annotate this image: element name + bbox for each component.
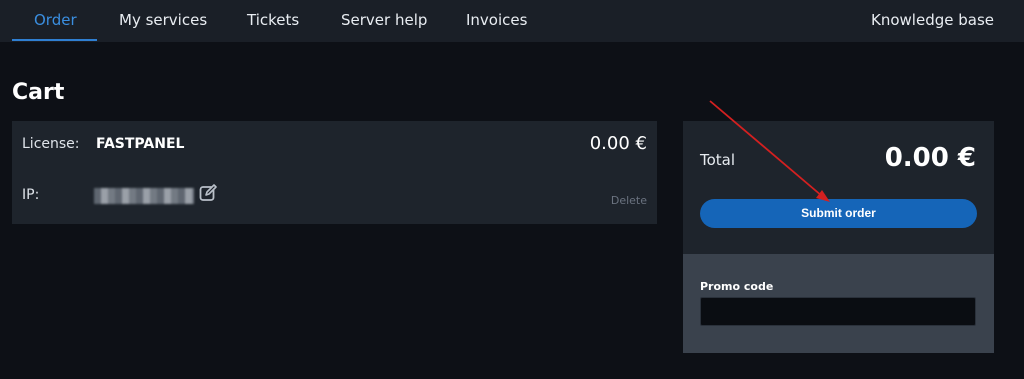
license-label: License: — [22, 136, 80, 152]
knowledge-base-link[interactable]: Knowledge base — [871, 0, 994, 42]
ip-value-blurred — [94, 188, 194, 204]
license-value: FASTPANEL — [96, 136, 185, 152]
top-navigation: Order My services Tickets Server help In… — [0, 0, 1024, 42]
promo-code-input[interactable] — [700, 297, 976, 326]
tab-order[interactable]: Order — [34, 0, 77, 42]
promo-code-label: Promo code — [700, 280, 774, 293]
item-price: 0.00 € — [589, 133, 647, 154]
total-value: 0.00 € — [884, 143, 976, 173]
tab-invoices[interactable]: Invoices — [466, 0, 527, 42]
submit-order-button[interactable]: Submit order — [700, 199, 977, 228]
tab-server-help[interactable]: Server help — [341, 0, 427, 42]
active-tab-indicator — [12, 39, 97, 41]
promo-section: Promo code — [683, 254, 994, 353]
edit-icon[interactable] — [199, 184, 217, 202]
tab-my-services[interactable]: My services — [119, 0, 207, 42]
total-label: Total — [700, 151, 736, 169]
delete-link[interactable]: Delete — [611, 194, 647, 207]
order-summary: Total 0.00 € Submit order Promo code — [683, 121, 994, 353]
cart-item: License: FASTPANEL 0.00 € IP: Delete — [12, 121, 657, 224]
ip-label: IP: — [22, 187, 40, 203]
tab-tickets[interactable]: Tickets — [247, 0, 299, 42]
page-title: Cart — [12, 80, 65, 105]
